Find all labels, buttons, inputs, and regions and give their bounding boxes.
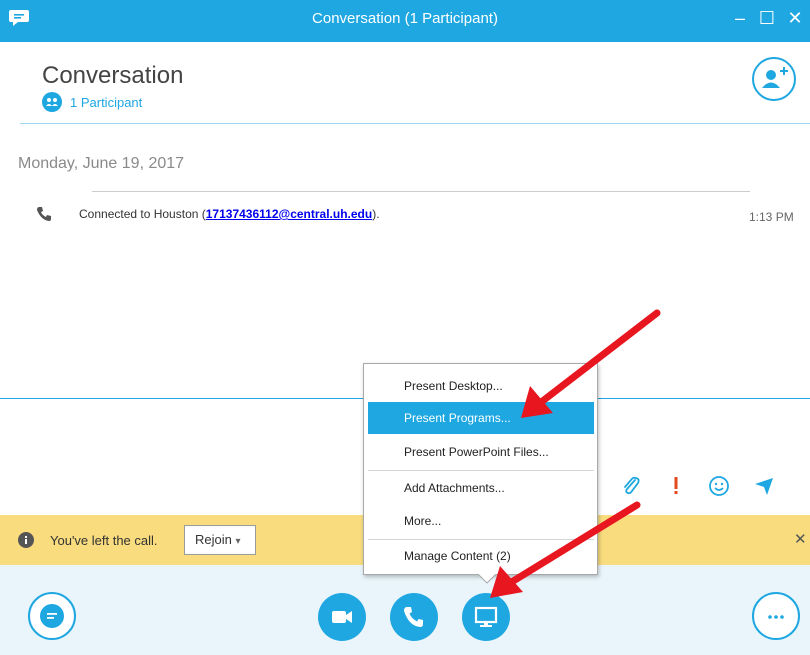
menu-item-add-attachments[interactable]: Add Attachments... <box>368 472 594 504</box>
participants-icon <box>42 92 62 112</box>
add-person-icon[interactable] <box>751 56 797 102</box>
header-divider <box>20 123 810 124</box>
im-button[interactable] <box>28 592 76 640</box>
phone-icon <box>404 607 423 627</box>
menu-item-present-programs[interactable]: Present Programs... <box>368 402 594 434</box>
chevron-down-icon: ▾ <box>235 536 241 547</box>
ellipsis-icon <box>768 615 784 619</box>
dismiss-bar-button[interactable]: ✕ <box>794 530 807 548</box>
present-menu: Present Desktop... Present Programs... P… <box>363 363 598 575</box>
menu-item-present-powerpoint[interactable]: Present PowerPoint Files... <box>368 436 594 468</box>
message-suffix: ). <box>372 207 380 221</box>
conversation-title: Conversation <box>42 62 184 89</box>
menu-separator <box>368 470 594 471</box>
send-icon[interactable] <box>752 474 776 498</box>
phone-icon <box>37 207 51 221</box>
info-icon <box>18 532 34 548</box>
emoticon-icon[interactable] <box>707 474 731 498</box>
call-ended-text: You've left the call. <box>50 533 158 548</box>
close-window-button[interactable]: ✕ <box>782 5 808 31</box>
history-date: Monday, June 19, 2017 <box>18 155 185 172</box>
menu-item-manage-content[interactable]: Manage Content (2) <box>368 540 594 572</box>
participants-count: 1 Participant <box>70 94 143 110</box>
rejoin-button[interactable]: Rejoin ▾ <box>184 525 256 555</box>
maximize-button[interactable]: ☐ <box>754 5 780 31</box>
call-button[interactable] <box>390 593 438 641</box>
date-divider <box>92 191 750 192</box>
sip-address-link[interactable]: 17137436112@central.uh.edu <box>206 207 372 221</box>
video-camera-icon <box>332 611 352 623</box>
message-time: 1:13 PM <box>749 210 794 224</box>
more-options-button[interactable] <box>752 592 800 640</box>
window-title: Conversation (1 Participant) <box>312 10 498 27</box>
video-button[interactable] <box>318 593 366 641</box>
history-message: Connected to Houston (17137436112@centra… <box>79 207 380 221</box>
menu-pointer <box>478 574 496 584</box>
importance-icon[interactable] <box>664 474 688 498</box>
menu-item-more[interactable]: More... <box>368 505 594 537</box>
participants-link[interactable]: 1 Participant <box>42 92 142 112</box>
minimize-button[interactable]: – <box>727 5 753 31</box>
present-button[interactable] <box>462 593 510 641</box>
rejoin-label: Rejoin <box>195 532 232 547</box>
menu-item-present-desktop[interactable]: Present Desktop... <box>368 370 594 402</box>
message-prefix: Connected to Houston ( <box>79 207 206 221</box>
title-bar: Conversation (1 Participant) – ☐ ✕ <box>0 0 810 42</box>
call-controls-bar <box>0 565 810 655</box>
paperclip-icon[interactable] <box>619 474 643 498</box>
chat-bubble-icon <box>40 604 64 628</box>
monitor-icon <box>474 606 498 627</box>
conversation-header: Conversation 1 Participant <box>0 42 810 124</box>
